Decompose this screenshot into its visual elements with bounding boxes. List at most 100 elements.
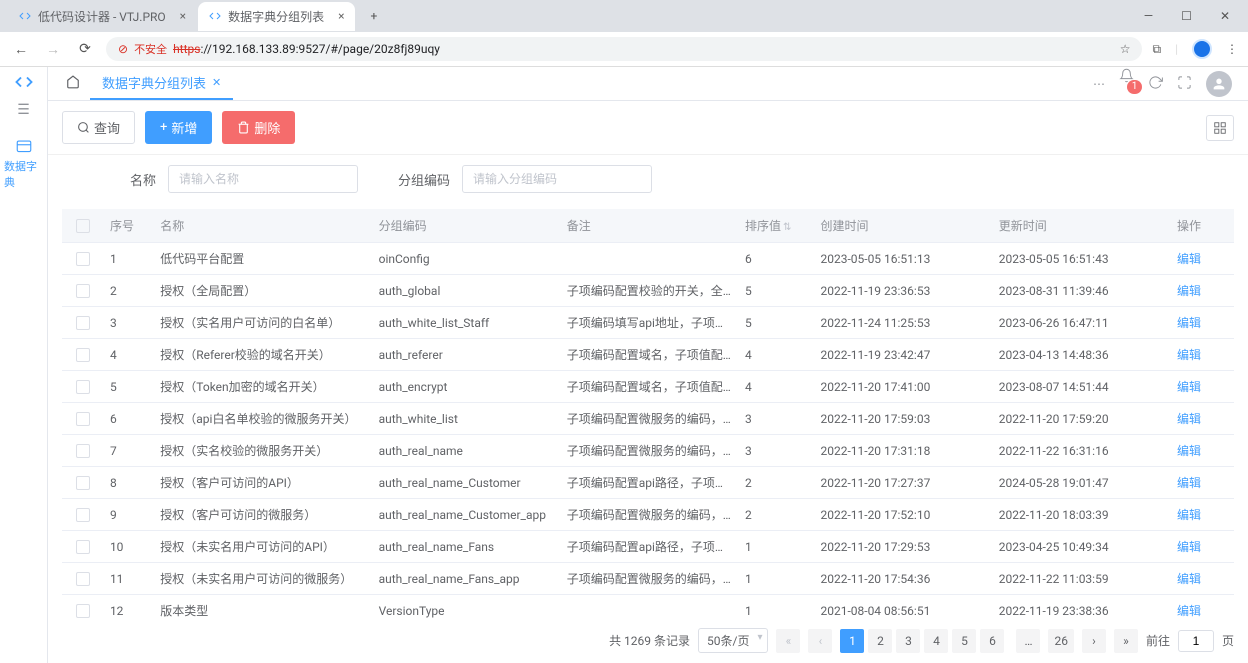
edit-link[interactable]: 编辑 <box>1177 476 1201 490</box>
sidebar-item-dict[interactable]: 数据字典 <box>0 132 47 196</box>
forward-button[interactable]: → <box>42 41 64 58</box>
close-button[interactable]: ✕ <box>1214 7 1236 25</box>
page-number[interactable]: 6 <box>980 629 1004 653</box>
table-row[interactable]: 2授权（全局配置）auth_global子项编码配置校验的开关，全局最高…520… <box>62 275 1234 307</box>
first-page-button[interactable]: « <box>776 629 800 653</box>
cell-code: VersionType <box>373 595 561 619</box>
profile-avatar[interactable] <box>1192 39 1212 59</box>
browser-tab-1[interactable]: 数据字典分组列表 × <box>198 2 354 31</box>
edit-link[interactable]: 编辑 <box>1177 380 1201 394</box>
edit-link[interactable]: 编辑 <box>1177 604 1201 618</box>
cell-update: 2022-11-22 16:31:16 <box>993 435 1171 467</box>
close-icon[interactable]: × <box>180 9 186 23</box>
cell-sort: 3 <box>739 403 815 435</box>
row-checkbox[interactable] <box>76 444 90 458</box>
new-tab-button[interactable]: + <box>363 5 386 27</box>
user-avatar[interactable] <box>1206 71 1232 97</box>
extensions-icon[interactable]: ⧉ <box>1152 42 1161 57</box>
collapse-icon[interactable]: ☰ <box>17 102 30 118</box>
address-bar[interactable]: ⊘ 不安全 https://192.168.133.89:9527/#/page… <box>106 37 1142 61</box>
minimize-button[interactable]: — <box>1138 7 1159 25</box>
menu-icon[interactable]: ⋮ <box>1226 42 1238 56</box>
notification-icon[interactable]: 1 <box>1119 68 1134 100</box>
page-tab-active[interactable]: 数据字典分组列表 ✕ <box>90 68 233 100</box>
cell-create: 2021-08-04 08:56:51 <box>814 595 992 619</box>
th-index: 序号 <box>104 209 154 243</box>
edit-link[interactable]: 编辑 <box>1177 412 1201 426</box>
row-checkbox[interactable] <box>76 316 90 330</box>
home-icon[interactable] <box>56 75 90 92</box>
reload-button[interactable]: ⟳ <box>74 41 96 57</box>
edit-link[interactable]: 编辑 <box>1177 348 1201 362</box>
table-row[interactable]: 4授权（Referer校验的域名开关）auth_referer子项编码配置域名，… <box>62 339 1234 371</box>
last-page-button[interactable]: » <box>1114 629 1138 653</box>
row-checkbox[interactable] <box>76 284 90 298</box>
edit-link[interactable]: 编辑 <box>1177 508 1201 522</box>
filter-name-input[interactable] <box>168 165 358 193</box>
page-size-select[interactable]: 50条/页 <box>698 628 768 653</box>
th-sort[interactable]: 排序值⇅ <box>739 209 815 243</box>
refresh-icon[interactable] <box>1148 75 1163 93</box>
page-number[interactable]: 4 <box>924 629 948 653</box>
back-button[interactable]: ← <box>10 41 32 58</box>
cell-create: 2022-11-20 17:29:53 <box>814 531 992 563</box>
settings-button[interactable] <box>1206 115 1234 141</box>
cell-index: 3 <box>104 307 154 339</box>
row-checkbox[interactable] <box>76 476 90 490</box>
row-checkbox[interactable] <box>76 380 90 394</box>
fullscreen-icon[interactable] <box>1177 75 1192 93</box>
page-last[interactable]: 26 <box>1048 629 1074 653</box>
page-number[interactable]: 3 <box>896 629 920 653</box>
table-row[interactable]: 3授权（实名用户可访问的白名单）auth_white_list_Staff子项编… <box>62 307 1234 339</box>
next-page-button[interactable]: › <box>1082 629 1106 653</box>
select-all-checkbox[interactable] <box>76 219 90 233</box>
edit-link[interactable]: 编辑 <box>1177 540 1201 554</box>
table-row[interactable]: 10授权（未实名用户可访问的API）auth_real_name_Fans子项编… <box>62 531 1234 563</box>
page-tabs: 数据字典分组列表 ✕ ⋯ 1 <box>48 67 1248 101</box>
table-row[interactable]: 5授权（Token加密的域名开关）auth_encrypt子项编码配置域名，子项… <box>62 371 1234 403</box>
cell-update: 2023-08-31 11:39:46 <box>993 275 1171 307</box>
prev-page-button[interactable]: ‹ <box>808 629 832 653</box>
table-row[interactable]: 11授权（未实名用户可访问的微服务）auth_real_name_Fans_ap… <box>62 563 1234 595</box>
query-button[interactable]: 查询 <box>62 111 135 144</box>
row-checkbox[interactable] <box>76 412 90 426</box>
bookmark-icon[interactable]: ☆ <box>1120 42 1131 56</box>
row-checkbox[interactable] <box>76 604 90 618</box>
add-button[interactable]: + 新增 <box>145 111 212 144</box>
edit-link[interactable]: 编辑 <box>1177 444 1201 458</box>
page-number[interactable]: 5 <box>952 629 976 653</box>
page-ellipsis[interactable]: … <box>1016 629 1040 653</box>
edit-link[interactable]: 编辑 <box>1177 572 1201 586</box>
cell-remark: 子项编码配置微服务的编码，子项值… <box>561 435 739 467</box>
more-icon[interactable]: ⋯ <box>1093 77 1105 91</box>
row-checkbox[interactable] <box>76 540 90 554</box>
maximize-button[interactable]: ☐ <box>1175 7 1198 25</box>
cell-index: 2 <box>104 275 154 307</box>
table-row[interactable]: 12版本类型VersionType12021-08-04 08:56:51202… <box>62 595 1234 619</box>
close-icon[interactable]: ✕ <box>212 76 221 89</box>
cell-code: auth_real_name_Customer_app <box>373 499 561 531</box>
edit-link[interactable]: 编辑 <box>1177 284 1201 298</box>
row-checkbox[interactable] <box>76 252 90 266</box>
browser-tab-0[interactable]: 低代码设计器 - VTJ.PRO × <box>8 2 196 31</box>
row-checkbox[interactable] <box>76 508 90 522</box>
page-number[interactable]: 1 <box>840 629 864 653</box>
filter-code-input[interactable] <box>462 165 652 193</box>
logo-icon[interactable] <box>15 73 33 96</box>
cell-name: 授权（客户可访问的API） <box>154 467 372 499</box>
close-icon[interactable]: × <box>338 9 344 23</box>
delete-button[interactable]: 删除 <box>222 111 295 144</box>
row-checkbox[interactable] <box>76 572 90 586</box>
edit-link[interactable]: 编辑 <box>1177 316 1201 330</box>
table-row[interactable]: 6授权（api白名单校验的微服务开关）auth_white_list子项编码配置… <box>62 403 1234 435</box>
table-row[interactable]: 7授权（实名校验的微服务开关）auth_real_name子项编码配置微服务的编… <box>62 435 1234 467</box>
row-checkbox[interactable] <box>76 348 90 362</box>
table-row[interactable]: 9授权（客户可访问的微服务）auth_real_name_Customer_ap… <box>62 499 1234 531</box>
page-number[interactable]: 2 <box>868 629 892 653</box>
table-row[interactable]: 1低代码平台配置oinConfig62023-05-05 16:51:13202… <box>62 243 1234 275</box>
cell-index: 12 <box>104 595 154 619</box>
edit-link[interactable]: 编辑 <box>1177 252 1201 266</box>
cell-update: 2022-11-19 23:38:36 <box>993 595 1171 619</box>
table-row[interactable]: 8授权（客户可访问的API）auth_real_name_Customer子项编… <box>62 467 1234 499</box>
goto-input[interactable] <box>1178 630 1214 652</box>
